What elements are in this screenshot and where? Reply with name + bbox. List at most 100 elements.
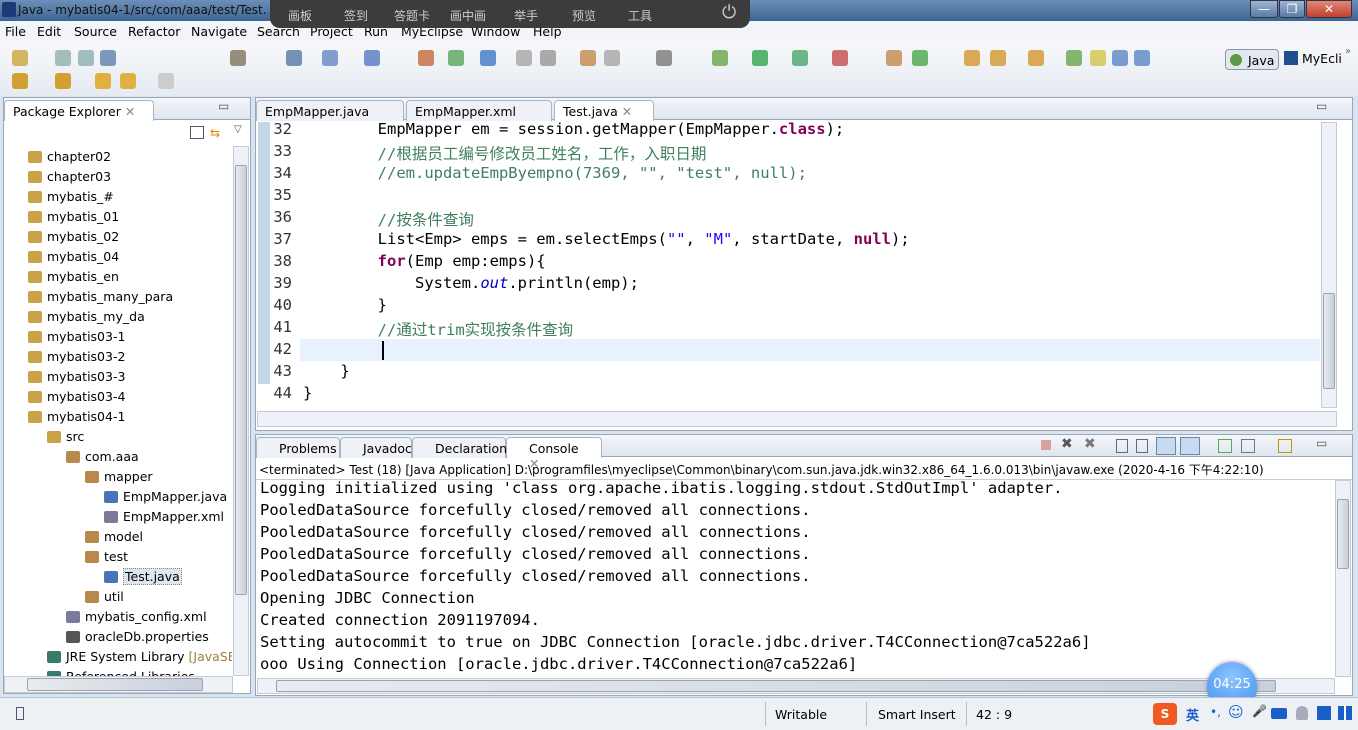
show-on-stdout-icon[interactable] (1156, 437, 1176, 455)
menu-navigate[interactable]: Navigate (191, 24, 247, 39)
code-line[interactable]: //根据员工编号修改员工姓名，工作，入职日期 (303, 142, 707, 164)
menu-file[interactable]: File (5, 24, 26, 39)
tree-item[interactable]: mybatis_# (28, 187, 114, 207)
toolbar-button-10-icon[interactable] (480, 50, 496, 66)
toolbar-button-21-icon[interactable] (912, 50, 928, 66)
toolbar-button-26-icon[interactable] (1090, 50, 1106, 66)
overlay-item-pip[interactable]: 画中画 (450, 7, 486, 24)
tree-item[interactable]: model (85, 527, 143, 547)
clear-console-icon[interactable] (1116, 439, 1128, 453)
code-line[interactable]: } (303, 296, 387, 314)
more-perspectives[interactable]: » (1345, 46, 1351, 57)
menu-source[interactable]: Source (74, 24, 117, 39)
toolbar-button-0-icon[interactable] (12, 50, 28, 66)
scrollbar-thumb[interactable] (1323, 293, 1335, 389)
next-annotation-icon[interactable] (12, 73, 28, 89)
code-line[interactable]: } (303, 384, 312, 402)
tree-item[interactable]: mybatis_my_da (28, 307, 145, 327)
toolbar-button-15-icon[interactable] (656, 50, 672, 66)
overlay-item-raise-hand[interactable]: 举手 (514, 7, 538, 24)
tree-item[interactable]: com.aaa (66, 447, 139, 467)
scrollbar-thumb[interactable] (235, 165, 247, 595)
tree-item[interactable]: mybatis03-3 (28, 367, 125, 387)
tree-item[interactable]: mapper (85, 467, 153, 487)
tree-item[interactable]: mybatis03-1 (28, 327, 125, 347)
open-console-icon[interactable] (1278, 439, 1292, 453)
toolbar-button-20-icon[interactable] (886, 50, 902, 66)
tree-item[interactable]: EmpMapper.java (104, 487, 227, 507)
toolbar-button-12-icon[interactable] (540, 50, 556, 66)
tree-item[interactable]: JRE System Library [JavaSE-1 (47, 647, 232, 667)
editor-vertical-scrollbar[interactable] (1321, 122, 1337, 408)
tab-problems[interactable]: Problems (256, 437, 340, 458)
toolbar-button-6-icon[interactable] (322, 50, 338, 66)
toolbar-button-13-icon[interactable] (580, 50, 596, 66)
code-line[interactable]: EmpMapper em = session.getMapper(EmpMapp… (303, 120, 845, 138)
tree-item[interactable]: mybatis03-2 (28, 347, 125, 367)
emoji-icon[interactable]: ☺ (1228, 703, 1244, 721)
tree-item[interactable]: mybatis_04 (28, 247, 119, 267)
tree-item[interactable]: oracleDb.properties (66, 627, 209, 647)
code-line[interactable]: //通过trim实现按条件查询 (303, 318, 574, 340)
tree-item[interactable]: mybatis_02 (28, 227, 119, 247)
editor-horizontal-scrollbar[interactable] (257, 411, 1337, 427)
display-console-icon[interactable] (1241, 439, 1255, 453)
toolbar-button-25-icon[interactable] (1066, 50, 1082, 66)
power-icon[interactable]: ⏻ (722, 2, 736, 23)
code-line[interactable]: } (303, 362, 349, 380)
tab-console[interactable]: Console ✕ (506, 437, 602, 471)
tree-item[interactable]: mybatis_en (28, 267, 119, 287)
maximize-button[interactable]: ❐ (1279, 0, 1305, 18)
toolbar-button-14-icon[interactable] (604, 50, 620, 66)
tree-vertical-scrollbar[interactable] (233, 146, 249, 676)
overlay-item-answer-card[interactable]: 答题卡 (394, 7, 430, 24)
perspective-java[interactable]: Java (1225, 49, 1279, 70)
tree-item[interactable]: mybatis04-1 (28, 407, 125, 427)
toolbar-button-8-icon[interactable] (418, 50, 434, 66)
ime-language[interactable]: 英 (1186, 705, 1199, 724)
toolbar-button-27-icon[interactable] (1112, 50, 1128, 66)
toolbar-button-17-icon[interactable] (752, 50, 768, 66)
toolbar-button-28-icon[interactable] (1134, 50, 1150, 66)
view-menu-icon[interactable]: ▽ (234, 124, 242, 135)
toolbar-button-7-icon[interactable] (364, 50, 380, 66)
close-tab-icon[interactable]: ✕ (125, 104, 135, 119)
toolbox-icon[interactable] (1338, 706, 1352, 720)
tab-empmapper-java[interactable]: EmpMapper.java (256, 100, 404, 121)
skin-icon[interactable] (1317, 706, 1331, 720)
menu-refactor[interactable]: Refactor (128, 24, 180, 39)
overlay-item-preview[interactable]: 预览 (572, 7, 596, 24)
toolbar-button-1-icon[interactable] (55, 50, 71, 66)
toolbar-button-22-icon[interactable] (964, 50, 980, 66)
toolbar-button-23-icon[interactable] (990, 50, 1006, 66)
tab-javadoc[interactable]: Javadoc (340, 437, 412, 458)
toolbar-button-19-icon[interactable] (832, 50, 848, 66)
code-line[interactable]: //em.updateEmpByempno(7369, "", "test", … (303, 164, 807, 182)
link-with-editor-icon[interactable]: ⇆ (210, 126, 224, 140)
console-horizontal-scrollbar[interactable] (257, 678, 1335, 694)
toolbar-button-16-icon[interactable] (712, 50, 728, 66)
overlay-item-tools[interactable]: 工具 (628, 7, 652, 24)
tab-declaration[interactable]: Declaration (412, 437, 507, 458)
tree-item[interactable]: mybatis03-4 (28, 387, 125, 407)
toolbar-button-11-icon[interactable] (516, 50, 532, 66)
tree-item[interactable]: mybatis_many_para (28, 287, 173, 307)
collapse-all-icon[interactable] (190, 126, 204, 139)
minimize-view-icon[interactable]: ▭ (218, 99, 229, 113)
tree-item[interactable]: chapter03 (28, 167, 111, 187)
punctuation-icon[interactable]: •, (1210, 705, 1221, 719)
tree-item[interactable]: chapter02 (28, 147, 111, 167)
overlay-item-whiteboard[interactable]: 画板 (288, 7, 312, 24)
tab-empmapper-xml[interactable]: EmpMapper.xml (406, 100, 552, 121)
remove-launch-icon[interactable]: ✖ (1061, 436, 1073, 452)
tree-item[interactable]: Referenced Libraries (47, 667, 195, 676)
code-line[interactable]: System.out.println(emp); (303, 274, 639, 292)
perspective-myeclipse[interactable]: MyEcli (1302, 51, 1342, 66)
fast-view-icon[interactable] (16, 707, 24, 720)
show-on-stderr-icon[interactable] (1180, 437, 1200, 455)
tree-item[interactable]: util (85, 587, 124, 607)
code-line[interactable]: for(Emp emp:emps){ (303, 252, 546, 270)
tree-item[interactable]: src (47, 427, 84, 447)
microphone-icon[interactable]: 🎤 (1252, 704, 1267, 718)
menu-edit[interactable]: Edit (37, 24, 61, 39)
